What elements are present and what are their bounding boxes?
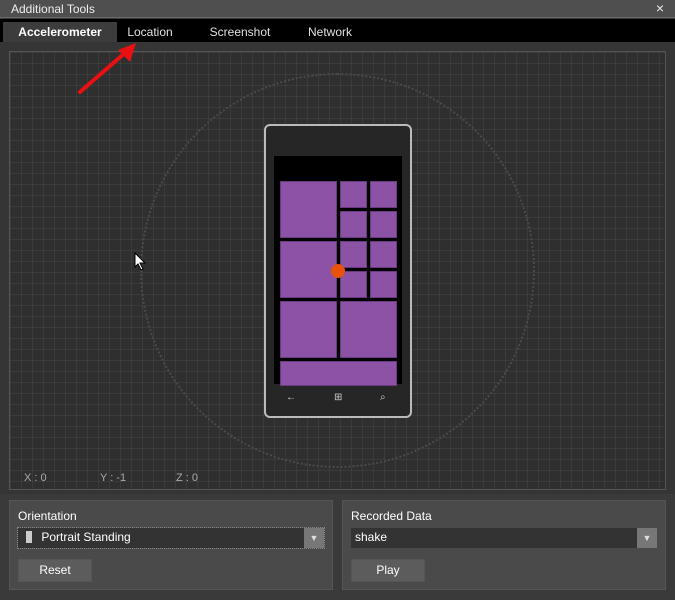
tab-network[interactable]: Network [297,22,363,42]
title-bar: Additional Tools × [0,0,675,18]
tile [370,181,397,208]
close-icon[interactable]: × [653,1,667,15]
recorded-data-value: shake [355,530,388,544]
tab-location[interactable]: Location [117,22,183,42]
recorded-data-label: Recorded Data [351,509,432,523]
tile [370,241,397,268]
x-value: X : 0 [24,472,47,484]
tile [370,271,397,298]
orientation-panel: Orientation Portrait Standing ▼ Reset [9,500,333,590]
recorded-data-panel: Recorded Data shake ▼ Play [342,500,666,590]
tile [280,241,337,298]
accelerometer-dot[interactable] [331,264,345,278]
accelerometer-area: ← ⊞ ⌕ X : 0 Y : -1 Z : 0 [0,42,675,494]
tile [370,211,397,238]
accelerometer-canvas[interactable]: ← ⊞ ⌕ X : 0 Y : -1 Z : 0 [9,51,666,490]
orientation-label: Orientation [18,509,77,523]
z-value: Z : 0 [176,472,199,484]
orientation-select[interactable]: Portrait Standing ▼ [17,527,325,549]
tab-screenshot[interactable]: Screenshot [198,22,282,42]
portrait-icon [26,531,32,543]
tile [280,181,337,238]
phone-screen [274,156,402,386]
windows-icon: ⊞ [334,392,343,403]
back-icon: ← [286,392,296,403]
tile [340,181,367,208]
tile [340,271,367,298]
play-button[interactable]: Play [351,559,425,582]
search-icon: ⌕ [380,392,386,403]
annotation-arrow-icon [78,43,136,94]
tab-bar: Accelerometer Location Screenshot Networ… [0,19,675,42]
tile [340,241,367,268]
mouse-cursor-icon [134,252,147,271]
tile [280,301,337,358]
tile [340,211,367,238]
chevron-down-icon[interactable]: ▼ [304,528,324,548]
phone-model[interactable]: ← ⊞ ⌕ [264,124,412,418]
recorded-data-select[interactable]: shake ▼ [351,528,657,548]
tile [340,301,397,358]
reset-button[interactable]: Reset [18,559,92,582]
window-title: Additional Tools [11,2,95,16]
chevron-down-icon[interactable]: ▼ [637,528,657,548]
tab-accelerometer[interactable]: Accelerometer [3,22,117,42]
phone-nav-bar: ← ⊞ ⌕ [266,390,410,410]
y-value: Y : -1 [100,472,127,484]
tile [280,361,397,386]
orientation-value: Portrait Standing [41,530,131,544]
